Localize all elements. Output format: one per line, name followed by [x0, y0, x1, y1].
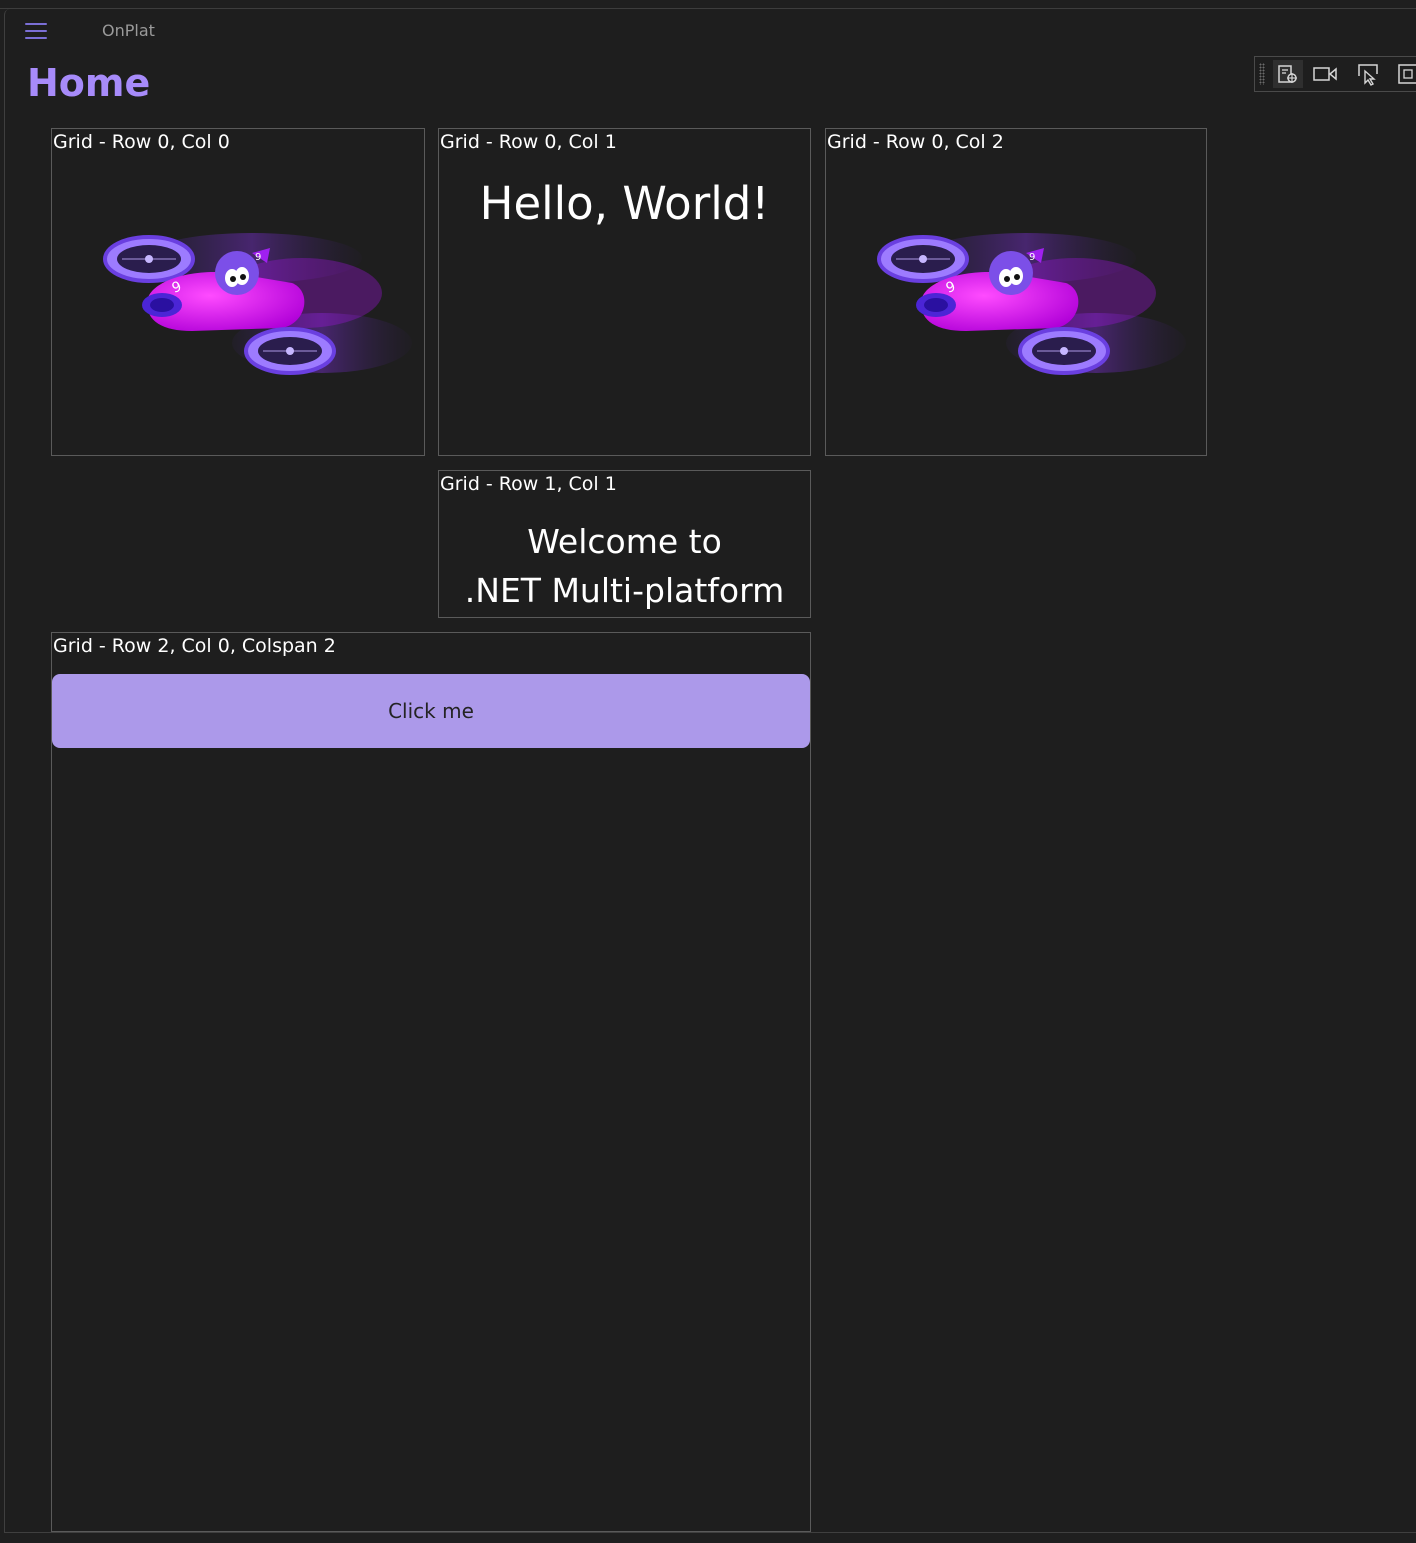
dotnet-bot-image: 9 9: [103, 233, 412, 375]
grid-cell-row2-col0-colspan2: Grid - Row 2, Col 0, Colspan 2 Click me: [51, 632, 811, 1532]
grid-cell-row0-col2: Grid - Row 0, Col 2 9 9: [825, 128, 1207, 456]
app-title: OnPlat: [102, 21, 155, 40]
hello-world-text: Hello, World!: [479, 177, 770, 230]
svg-text:9: 9: [1029, 252, 1035, 263]
cell-label: Grid - Row 0, Col 1: [440, 131, 617, 153]
toolbar-grip[interactable]: [1259, 63, 1265, 85]
cell-label: Grid - Row 1, Col 1: [440, 473, 617, 495]
welcome-line-2: .NET Multi-platform: [464, 571, 785, 610]
dotnet-bot-image: 9 9: [877, 233, 1186, 375]
cell-label: Grid - Row 0, Col 2: [827, 131, 1004, 153]
live-visual-tree-icon[interactable]: [1273, 60, 1303, 88]
select-element-icon[interactable]: [1353, 60, 1383, 88]
app-window: OnPlat Home Grid - Row 0, Col 0 9 9 Grid…: [4, 9, 1416, 1533]
page-title: Home: [27, 61, 151, 105]
cell-label: Grid - Row 2, Col 0, Colspan 2: [53, 635, 336, 657]
grid-cell-row0-col0: Grid - Row 0, Col 0 9 9: [51, 128, 425, 456]
record-icon[interactable]: [1310, 60, 1340, 88]
svg-text:9: 9: [255, 252, 261, 263]
hamburger-menu-icon[interactable]: [25, 23, 47, 41]
grid-cell-row0-col1: Grid - Row 0, Col 1 Hello, World!: [438, 128, 811, 456]
welcome-text: Welcome to .NET Multi-platform: [439, 517, 810, 615]
grid-cell-row1-col1: Grid - Row 1, Col 1 Welcome to .NET Mult…: [438, 470, 811, 618]
ide-menubar: [0, 0, 1416, 9]
click-me-button[interactable]: Click me: [52, 674, 810, 748]
display-layout-adorners-icon[interactable]: [1393, 60, 1416, 88]
welcome-line-1: Welcome to: [527, 522, 722, 561]
xaml-debug-toolbar: [1254, 56, 1416, 92]
cell-label: Grid - Row 0, Col 0: [53, 131, 230, 153]
